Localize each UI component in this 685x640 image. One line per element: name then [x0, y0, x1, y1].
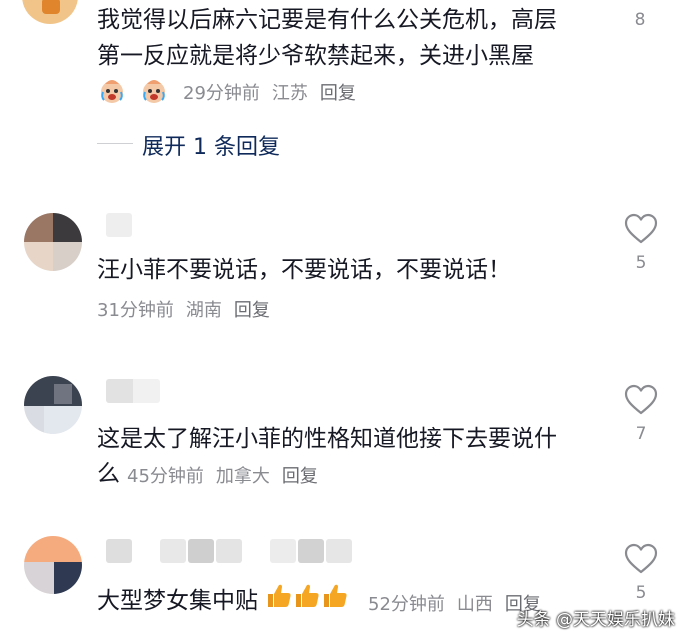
avatar[interactable] — [24, 536, 82, 594]
thumbs-up-emoji — [321, 582, 349, 621]
thumbs-up-emoji — [265, 582, 293, 621]
username[interactable] — [106, 539, 352, 563]
crying-laughing-emoji — [139, 78, 169, 109]
comment-text: 汪小菲不要说话，不要说话，不要说话！ — [97, 257, 511, 283]
comment-location: 山西 — [456, 594, 493, 615]
like-button[interactable]: 5 — [621, 543, 661, 603]
comment-location: 加拿大 — [215, 466, 270, 487]
comment-text: 我觉得以后麻六记要是有什么公关危机，高层 — [97, 7, 557, 33]
avatar[interactable] — [22, 0, 78, 24]
avatar[interactable] — [24, 213, 82, 271]
comment-time: 45分钟前 — [127, 466, 204, 487]
username[interactable] — [106, 379, 160, 403]
like-count: 8 — [634, 10, 646, 30]
like-count: 7 — [635, 424, 647, 444]
like-button[interactable]: 8 — [620, 10, 660, 30]
thumbs-up-emoji — [293, 582, 321, 621]
reply-button[interactable]: 回复 — [234, 300, 270, 321]
watermark: 头条 @天天娱乐扒妹 — [516, 610, 675, 630]
avatar[interactable] — [24, 376, 82, 434]
comment-meta: 45分钟前 加拿大 回复 — [127, 462, 330, 488]
comment-location: 湖南 — [185, 300, 222, 321]
comment-time: 31分钟前 — [97, 300, 174, 321]
comment-meta: 31分钟前 湖南 回复 — [97, 296, 282, 322]
divider — [97, 143, 133, 144]
like-button[interactable]: 5 — [621, 213, 661, 273]
comment-location: 江苏 — [271, 82, 308, 104]
expand-replies-button[interactable]: 展开 1 条回复 — [142, 129, 280, 161]
comment-text: 么 — [97, 461, 120, 487]
heart-icon — [624, 213, 658, 244]
crying-laughing-emoji — [97, 78, 127, 109]
comment-text-main: 大型梦女集中贴 — [97, 588, 258, 614]
comment-time: 52分钟前 — [368, 594, 445, 615]
username[interactable] — [106, 213, 132, 237]
comment-meta: 29分钟前 江苏 回复 — [97, 78, 368, 104]
comment-text: 第一反应就是将少爷软禁起来，关进小黑屋 — [97, 43, 534, 69]
reply-button[interactable]: 回复 — [320, 83, 356, 104]
comment-text: 这是太了解汪小菲的性格知道他接下去要说什 — [97, 426, 557, 452]
comment-time: 29分钟前 — [183, 82, 260, 104]
heart-icon — [624, 543, 658, 574]
reply-button[interactable]: 回复 — [282, 466, 318, 487]
like-count: 5 — [635, 583, 647, 603]
heart-icon — [624, 384, 658, 415]
like-count: 5 — [635, 253, 647, 273]
comment-text: 大型梦女集中贴 — [97, 582, 349, 621]
like-button[interactable]: 7 — [621, 384, 661, 444]
